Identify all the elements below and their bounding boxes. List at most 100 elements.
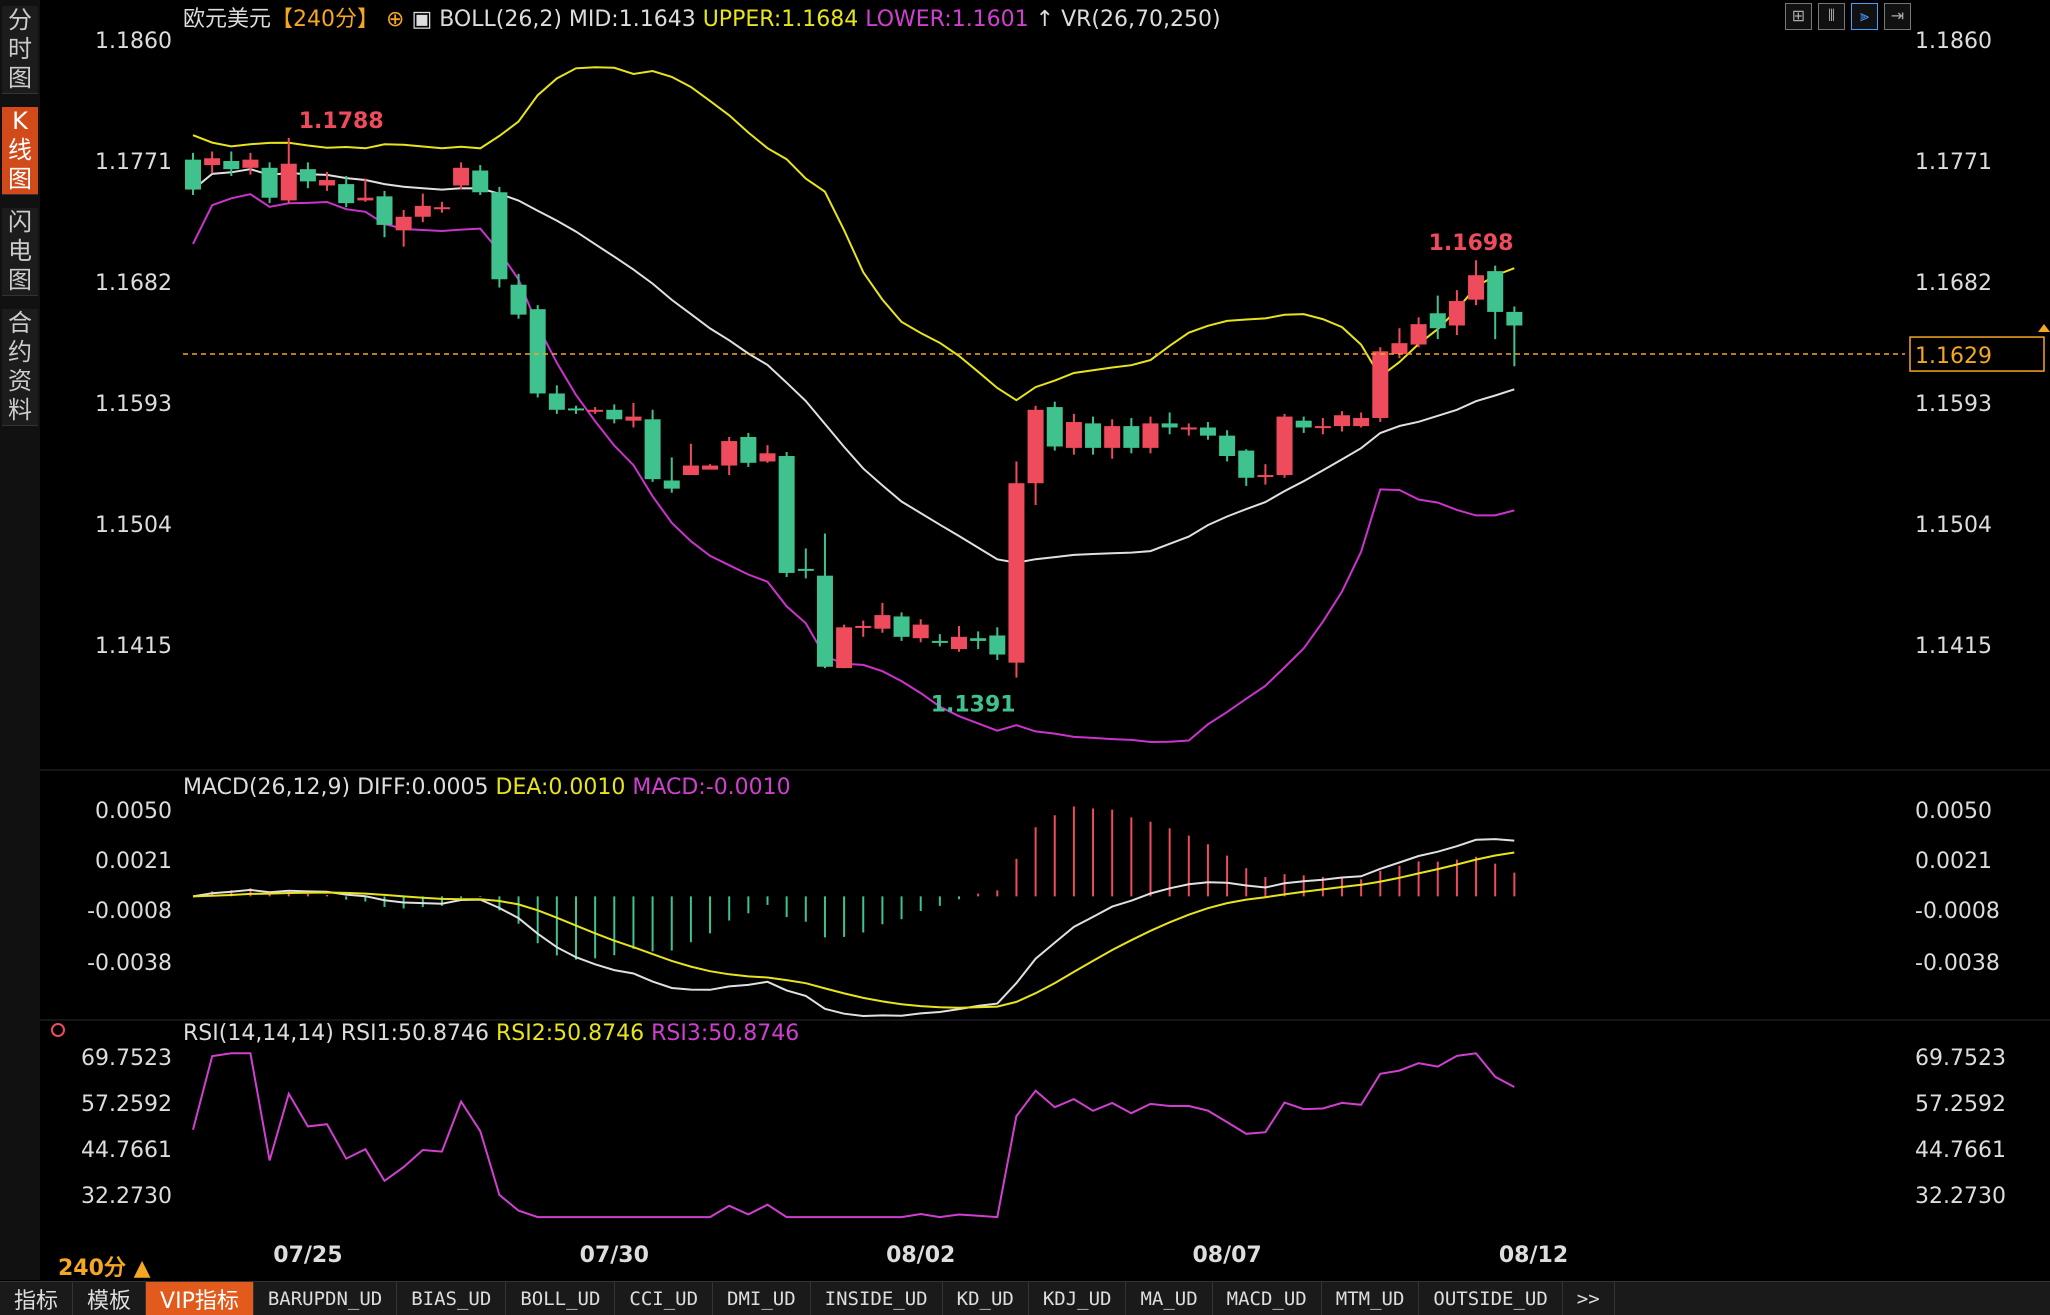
candle-body — [855, 625, 872, 628]
current-price-label: 1.1629 — [1915, 344, 1992, 369]
bottom-tab-1[interactable]: 模板 — [73, 1282, 147, 1315]
candle — [912, 619, 929, 643]
candle — [663, 457, 680, 493]
bottom-tab-11[interactable]: MA_UD — [1126, 1282, 1213, 1315]
candle-body — [491, 192, 508, 280]
boll-mid-line — [192, 168, 1515, 564]
candle-body — [376, 196, 393, 225]
candle — [1487, 265, 1504, 340]
candle — [1295, 416, 1312, 433]
candle-body — [606, 409, 623, 420]
candle — [376, 190, 393, 238]
candle-body — [874, 615, 891, 629]
candle — [1314, 417, 1331, 435]
bottom-tab-10[interactable]: KDJ_UD — [1029, 1282, 1127, 1315]
candle — [261, 162, 278, 204]
candle-body — [1142, 423, 1159, 448]
candle — [1410, 317, 1427, 348]
candle — [548, 385, 565, 414]
macd-tick-left: -0.0038 — [87, 951, 172, 976]
price-tick-left: 1.1860 — [95, 29, 172, 54]
candle — [414, 193, 431, 223]
candle — [1372, 347, 1389, 423]
price-tick-right: 1.1415 — [1915, 634, 1992, 659]
line-icon[interactable]: ⫸ — [1851, 3, 1878, 30]
candle-body — [893, 616, 910, 637]
bottom-tab-7[interactable]: DMI_UD — [713, 1282, 811, 1315]
candle — [1448, 290, 1465, 336]
bar-icon[interactable]: ⫴ — [1818, 3, 1845, 30]
candle-body — [1506, 311, 1523, 326]
candle — [778, 451, 795, 578]
candle-body — [1085, 423, 1102, 448]
arrow-right-icon[interactable]: ⇥ — [1884, 3, 1911, 30]
bottom-tab-0[interactable]: 指标 — [0, 1282, 74, 1315]
candle-body — [682, 465, 699, 476]
kline-chart[interactable]: 欧元美元【240分】 ⊕ ▣ BOLL(26,2) MID:1.1643 UPP… — [0, 0, 2050, 1280]
candle — [185, 152, 201, 195]
candle-body — [1219, 435, 1236, 457]
candle — [625, 403, 642, 428]
candle — [568, 405, 584, 414]
rsi-tick-left: 57.2592 — [81, 1092, 172, 1117]
candle — [1468, 260, 1485, 306]
candle-body — [1334, 415, 1350, 427]
price-tick-left: 1.1415 — [95, 634, 172, 659]
candle — [433, 201, 450, 213]
bottom-tab-12[interactable]: MACD_UD — [1213, 1282, 1322, 1315]
candle-body — [1123, 426, 1140, 448]
candle — [1027, 405, 1044, 505]
macd-tick-left: -0.0008 — [87, 899, 172, 924]
bottom-tab-8[interactable]: INSIDE_UD — [811, 1282, 943, 1315]
x-axis-label: 08/07 — [1192, 1243, 1261, 1268]
rsi-tick-right: 44.7661 — [1915, 1138, 2006, 1163]
candle — [1123, 417, 1140, 454]
rsi-tick-right: 57.2592 — [1915, 1092, 2006, 1117]
candle-body — [931, 640, 948, 643]
candle — [204, 151, 221, 174]
candle — [893, 612, 910, 641]
bottom-tab-14[interactable]: OUTSIDE_UD — [1419, 1282, 1563, 1315]
candle-body — [529, 309, 546, 394]
candle-body — [1161, 423, 1178, 428]
candle-body — [951, 636, 967, 650]
bottom-tab-9[interactable]: KD_UD — [943, 1282, 1029, 1315]
price-tick-left: 1.1504 — [95, 513, 172, 538]
bottom-tab-15[interactable]: >> — [1563, 1282, 1615, 1315]
swing-annotation: 1.1698 — [1429, 231, 1514, 256]
bottom-indicator-bar: 指标 模板 VIP指标 BARUPDN_UD BIAS_UD BOLL_UD CCI_UD D… — [0, 1281, 2050, 1315]
candle-body — [510, 284, 527, 315]
candle-body — [1199, 427, 1216, 436]
candle — [874, 602, 891, 633]
candle-body — [759, 453, 776, 462]
bottom-tab-5[interactable]: BOLL_UD — [506, 1282, 616, 1315]
candle — [797, 548, 814, 579]
bottom-tab-3[interactable]: BARUPDN_UD — [254, 1282, 398, 1315]
candle-body — [1468, 275, 1485, 300]
candle-body — [568, 408, 584, 411]
candle-body — [261, 167, 278, 198]
rsi-tick-left: 44.7661 — [81, 1138, 172, 1163]
bottom-tab-2[interactable]: VIP指标 — [146, 1282, 254, 1315]
candle — [740, 432, 757, 467]
bottom-tab-4[interactable]: BIAS_UD — [397, 1282, 507, 1315]
price-tick-left: 1.1593 — [95, 392, 172, 417]
bottom-tab-13[interactable]: MTM_UD — [1322, 1282, 1420, 1315]
bottom-tab-6[interactable]: CCI_UD — [615, 1282, 714, 1315]
candle-body — [1238, 450, 1255, 478]
price-tick-left: 1.1771 — [95, 150, 172, 175]
candle — [1046, 401, 1063, 451]
candle-body — [548, 393, 565, 410]
period-label[interactable]: 240分 ▲ — [58, 1250, 151, 1282]
candle — [453, 162, 470, 190]
chart-toolbar: ⊞ ⫴ ⫸ ⇥ — [1785, 3, 1911, 30]
boll-upper-line — [192, 66, 1515, 402]
candle — [1199, 422, 1216, 440]
rsi-tick-left: 32.2730 — [81, 1184, 172, 1209]
candle — [606, 404, 623, 424]
grid-icon[interactable]: ⊞ — [1785, 3, 1812, 30]
rsi-header: RSI(14,14,14) RSI1:50.8746 RSI2:50.8746 … — [183, 1021, 799, 1046]
candle-body — [778, 456, 795, 573]
candle-body — [472, 170, 489, 193]
candle — [1219, 430, 1236, 462]
